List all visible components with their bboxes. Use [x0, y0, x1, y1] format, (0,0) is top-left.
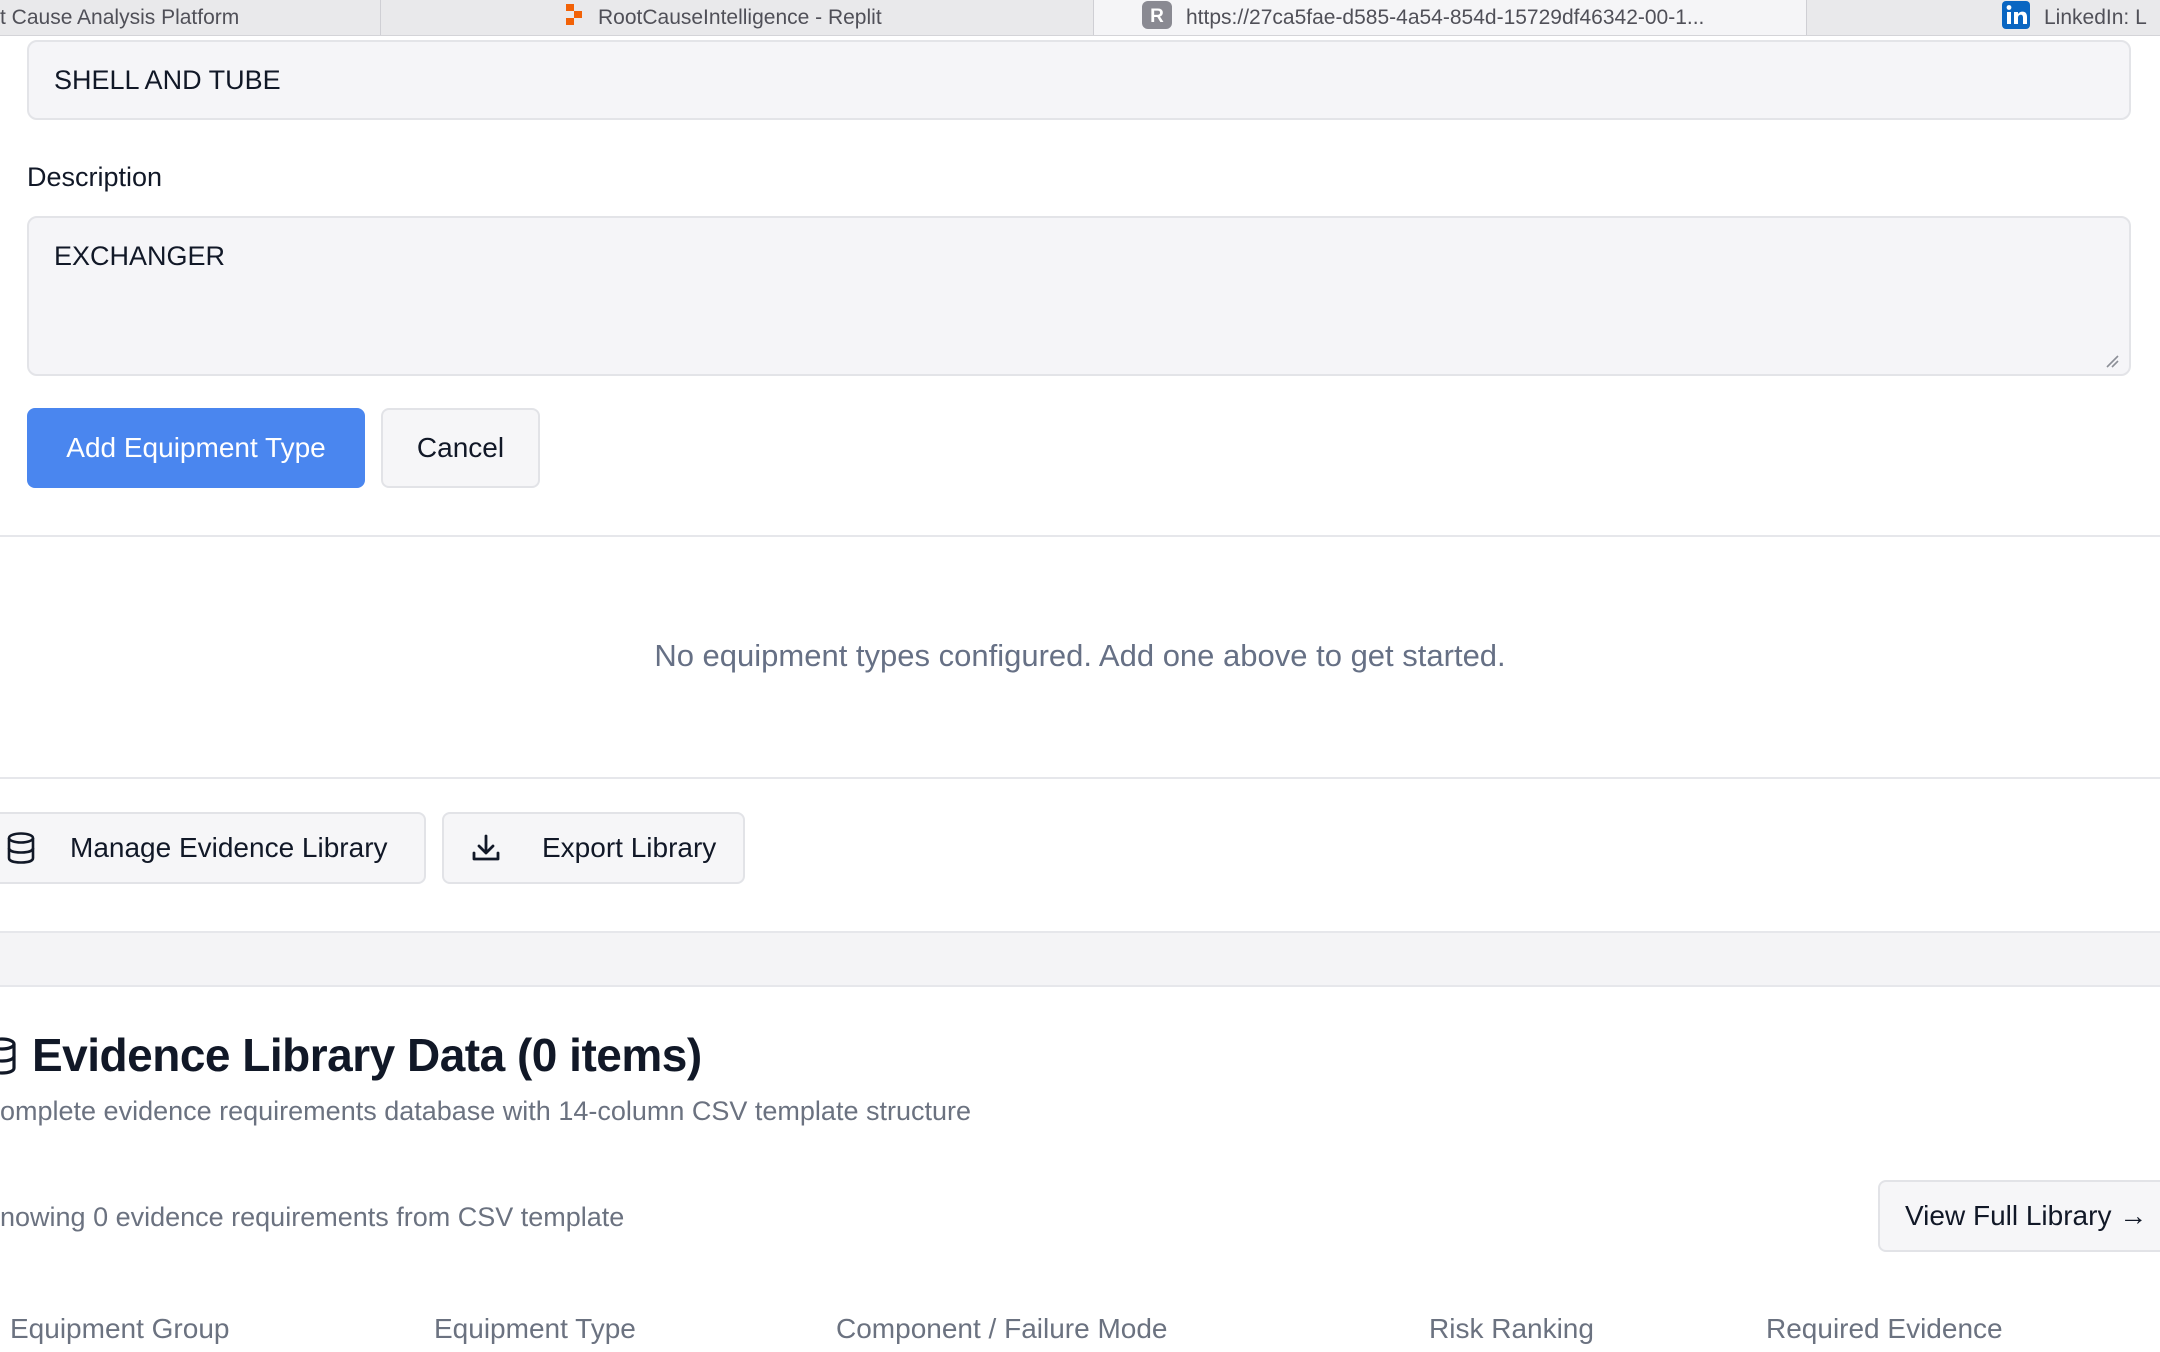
- browser-tab-active-url[interactable]: R https://27ca5fae-d585-4a54-854d-15729d…: [1094, 0, 1806, 35]
- manage-evidence-library-label: Manage Evidence Library: [70, 832, 388, 863]
- column-header-risk-ranking[interactable]: Risk Ranking: [1429, 1313, 1594, 1345]
- view-full-library-button[interactable]: View Full Library →: [1878, 1180, 2160, 1252]
- page: t Cause Analysis Platform RootCauseIntel…: [0, 0, 2160, 1352]
- browser-tab-strip: t Cause Analysis Platform RootCauseIntel…: [0, 0, 2160, 36]
- section-divider: [0, 535, 2160, 537]
- view-full-library-label: View Full Library →: [1905, 1200, 2148, 1231]
- add-equipment-type-button[interactable]: Add Equipment Type: [27, 408, 365, 488]
- equipment-type-name-value: SHELL AND TUBE: [54, 64, 281, 95]
- export-library-button[interactable]: Export Library: [442, 812, 745, 884]
- database-icon: [4, 831, 38, 865]
- cancel-button[interactable]: Cancel: [381, 408, 540, 488]
- empty-state-message: No equipment types configured. Add one a…: [654, 638, 1506, 673]
- manage-evidence-library-button[interactable]: Manage Evidence Library: [0, 812, 426, 884]
- column-header-required-evidence[interactable]: Required Evidence: [1766, 1313, 2003, 1345]
- description-value: EXCHANGER: [54, 241, 226, 271]
- tab-title: RootCauseIntelligence - Replit: [598, 5, 882, 29]
- linkedin-icon: [2002, 0, 2030, 35]
- replit-icon: [564, 3, 584, 32]
- column-header-component-failure-mode[interactable]: Component / Failure Mode: [836, 1313, 1168, 1345]
- tab-title: https://27ca5fae-d585-4a54-854d-15729df4…: [1186, 5, 1705, 29]
- showing-count-text: nowing 0 evidence requirements from CSV …: [0, 1202, 625, 1232]
- tab-title: LinkedIn: L: [2044, 5, 2147, 29]
- r-favicon-icon: R: [1142, 0, 1172, 35]
- add-equipment-type-label: Add Equipment Type: [66, 432, 326, 463]
- database-icon: [0, 1036, 18, 1076]
- column-header-equipment-group[interactable]: Equipment Group: [10, 1313, 229, 1345]
- column-header-equipment-type[interactable]: Equipment Type: [434, 1313, 636, 1345]
- cancel-label: Cancel: [416, 432, 505, 463]
- evidence-library-subtitle: omplete evidence requirements database w…: [0, 1096, 971, 1126]
- svg-text:R: R: [1150, 6, 1164, 27]
- evidence-library-title: Evidence Library Data (0 items): [32, 1029, 702, 1081]
- resize-grip-icon[interactable]: [2105, 354, 2119, 368]
- description-label: Description: [27, 162, 163, 192]
- download-icon: [470, 832, 502, 864]
- equipment-type-name-input[interactable]: SHELL AND TUBE: [27, 40, 2131, 120]
- description-textarea[interactable]: EXCHANGER: [27, 216, 2131, 376]
- card-gap: [0, 931, 2160, 987]
- export-library-label: Export Library: [542, 832, 717, 863]
- browser-tab-rca-platform[interactable]: t Cause Analysis Platform: [0, 0, 380, 35]
- tab-title: t Cause Analysis Platform: [0, 5, 240, 29]
- section-divider: [0, 777, 2160, 779]
- browser-tab-replit[interactable]: RootCauseIntelligence - Replit: [381, 0, 1093, 35]
- browser-tab-linkedin[interactable]: LinkedIn: L: [1807, 0, 2160, 35]
